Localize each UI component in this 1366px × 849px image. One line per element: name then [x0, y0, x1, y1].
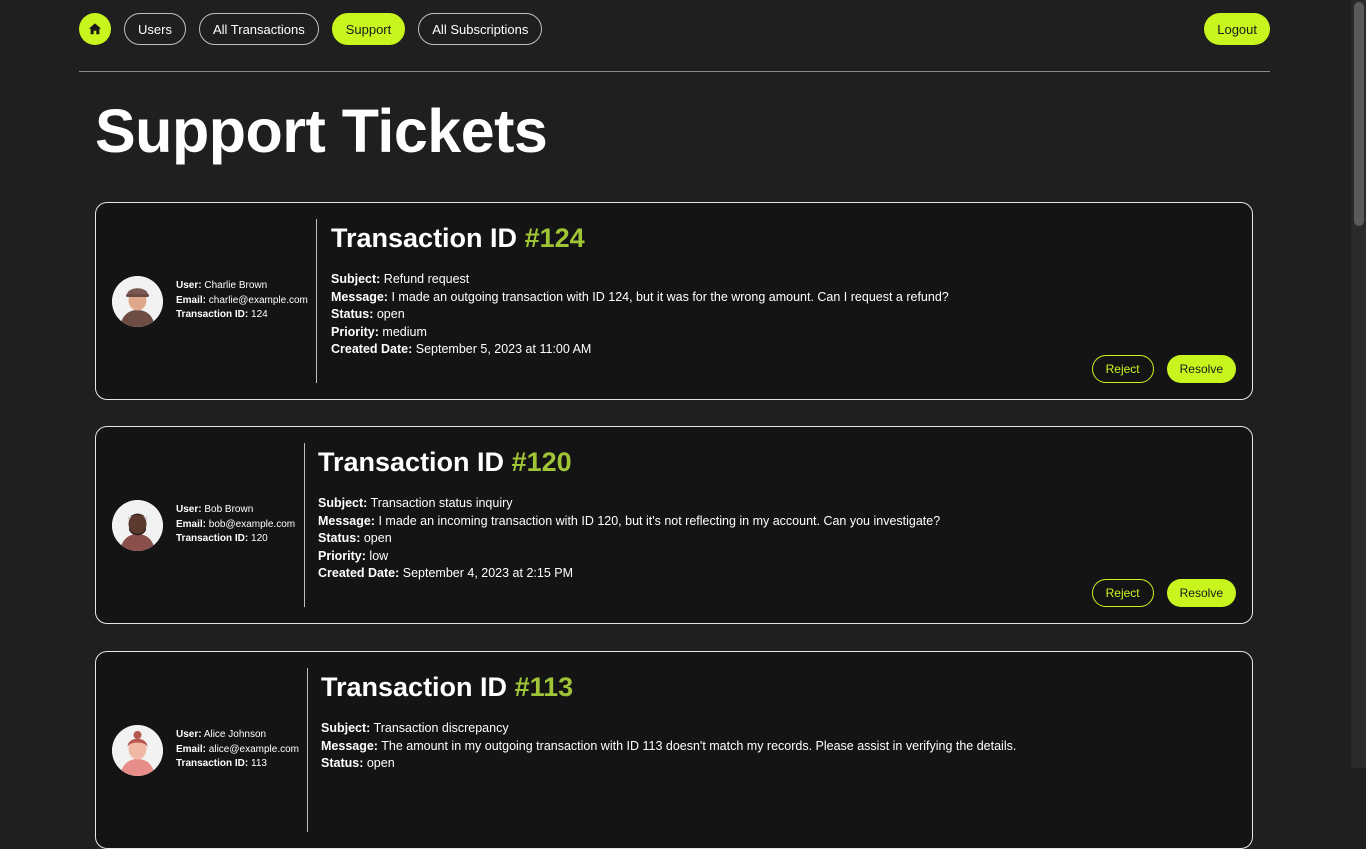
top-nav: Users All Transactions Support All Subsc…	[79, 0, 1270, 72]
divider	[307, 668, 308, 832]
subject-field: Subject: Transaction status inquiry	[318, 496, 513, 510]
nav-support[interactable]: Support	[331, 13, 406, 45]
email-line: Email: charlie@example.com	[176, 294, 308, 306]
ticket-title: Transaction ID #120	[318, 447, 572, 477]
message-field: Message: I made an incoming transaction …	[318, 513, 941, 528]
ticket-title: Transaction ID #124	[331, 223, 585, 253]
ticket-card: User: Charlie Brown Email: charlie@examp…	[95, 202, 1253, 400]
message-field: Message: I made an outgoing transaction …	[331, 289, 949, 304]
page: Users All Transactions Support All Subsc…	[79, 0, 1270, 849]
priority-field: Priority: low	[318, 548, 389, 563]
avatar	[112, 275, 163, 327]
user-info: User: Alice Johnson Email: alice@example…	[176, 728, 299, 772]
ticket-title: Transaction ID #113	[321, 672, 574, 702]
logout-button[interactable]: Logout	[1204, 13, 1270, 45]
divider	[304, 443, 305, 607]
message-field: Message: The amount in my outgoing trans…	[321, 738, 1017, 753]
nav-users[interactable]: Users	[124, 13, 186, 45]
ticket-card: User: Alice Johnson Email: alice@example…	[95, 651, 1253, 849]
transaction-id-line: Transaction ID: 120	[176, 533, 268, 545]
user-info: User: Bob Brown Email: bob@example.com T…	[176, 503, 295, 547]
scrollbar-thumb[interactable]	[1354, 2, 1364, 226]
ticket-card: User: Bob Brown Email: bob@example.com T…	[95, 426, 1253, 624]
transaction-id-line: Transaction ID: 113	[176, 758, 267, 770]
ticket-content: Transaction ID #113 Subject: Transaction…	[321, 668, 1016, 773]
divider	[316, 219, 317, 383]
avatar	[112, 499, 163, 551]
resolve-button[interactable]: Resolve	[1166, 355, 1236, 383]
ticket-user: User: Alice Johnson Email: alice@example…	[112, 652, 299, 848]
ticket-user: User: Bob Brown Email: bob@example.com T…	[112, 427, 295, 623]
ticket-content: Transaction ID #124 Subject: Refund requ…	[331, 219, 949, 359]
nav-all-transactions[interactable]: All Transactions	[198, 13, 319, 45]
transaction-id-line: Transaction ID: 124	[176, 309, 268, 321]
user-line: User: Charlie Brown	[176, 280, 268, 292]
reject-button[interactable]: Reject	[1091, 355, 1154, 383]
subject-field: Subject: Transaction discrepancy	[321, 721, 509, 735]
status-field: Status: open	[321, 756, 395, 770]
priority-field: Priority: medium	[331, 324, 427, 339]
status-field: Status: open	[331, 307, 405, 321]
email-line: Email: alice@example.com	[176, 743, 299, 755]
created-date-field: Created Date: September 5, 2023 at 11:00…	[331, 342, 592, 356]
subject-field: Subject: Refund request	[331, 272, 470, 286]
status-field: Status: open	[318, 531, 392, 545]
user-line: User: Bob Brown	[176, 504, 254, 516]
user-line: User: Alice Johnson	[176, 729, 267, 741]
created-date-field: Created Date: September 4, 2023 at 2:15 …	[318, 566, 574, 580]
resolve-button[interactable]: Resolve	[1166, 579, 1236, 607]
home-icon	[88, 23, 102, 35]
page-title: Support Tickets	[95, 97, 548, 165]
scrollbar[interactable]	[1351, 0, 1366, 768]
home-button[interactable]	[79, 13, 111, 45]
reject-button[interactable]: Reject	[1091, 579, 1154, 607]
ticket-user: User: Charlie Brown Email: charlie@examp…	[112, 203, 308, 399]
nav-links: Users All Transactions Support All Subsc…	[79, 13, 555, 45]
ticket-actions: Reject Resolve	[1091, 355, 1236, 383]
email-line: Email: bob@example.com	[176, 518, 296, 530]
ticket-content: Transaction ID #120 Subject: Transaction…	[318, 443, 940, 583]
user-info: User: Charlie Brown Email: charlie@examp…	[176, 279, 308, 323]
nav-all-subscriptions[interactable]: All Subscriptions	[418, 13, 543, 45]
ticket-actions: Reject Resolve	[1091, 579, 1236, 607]
